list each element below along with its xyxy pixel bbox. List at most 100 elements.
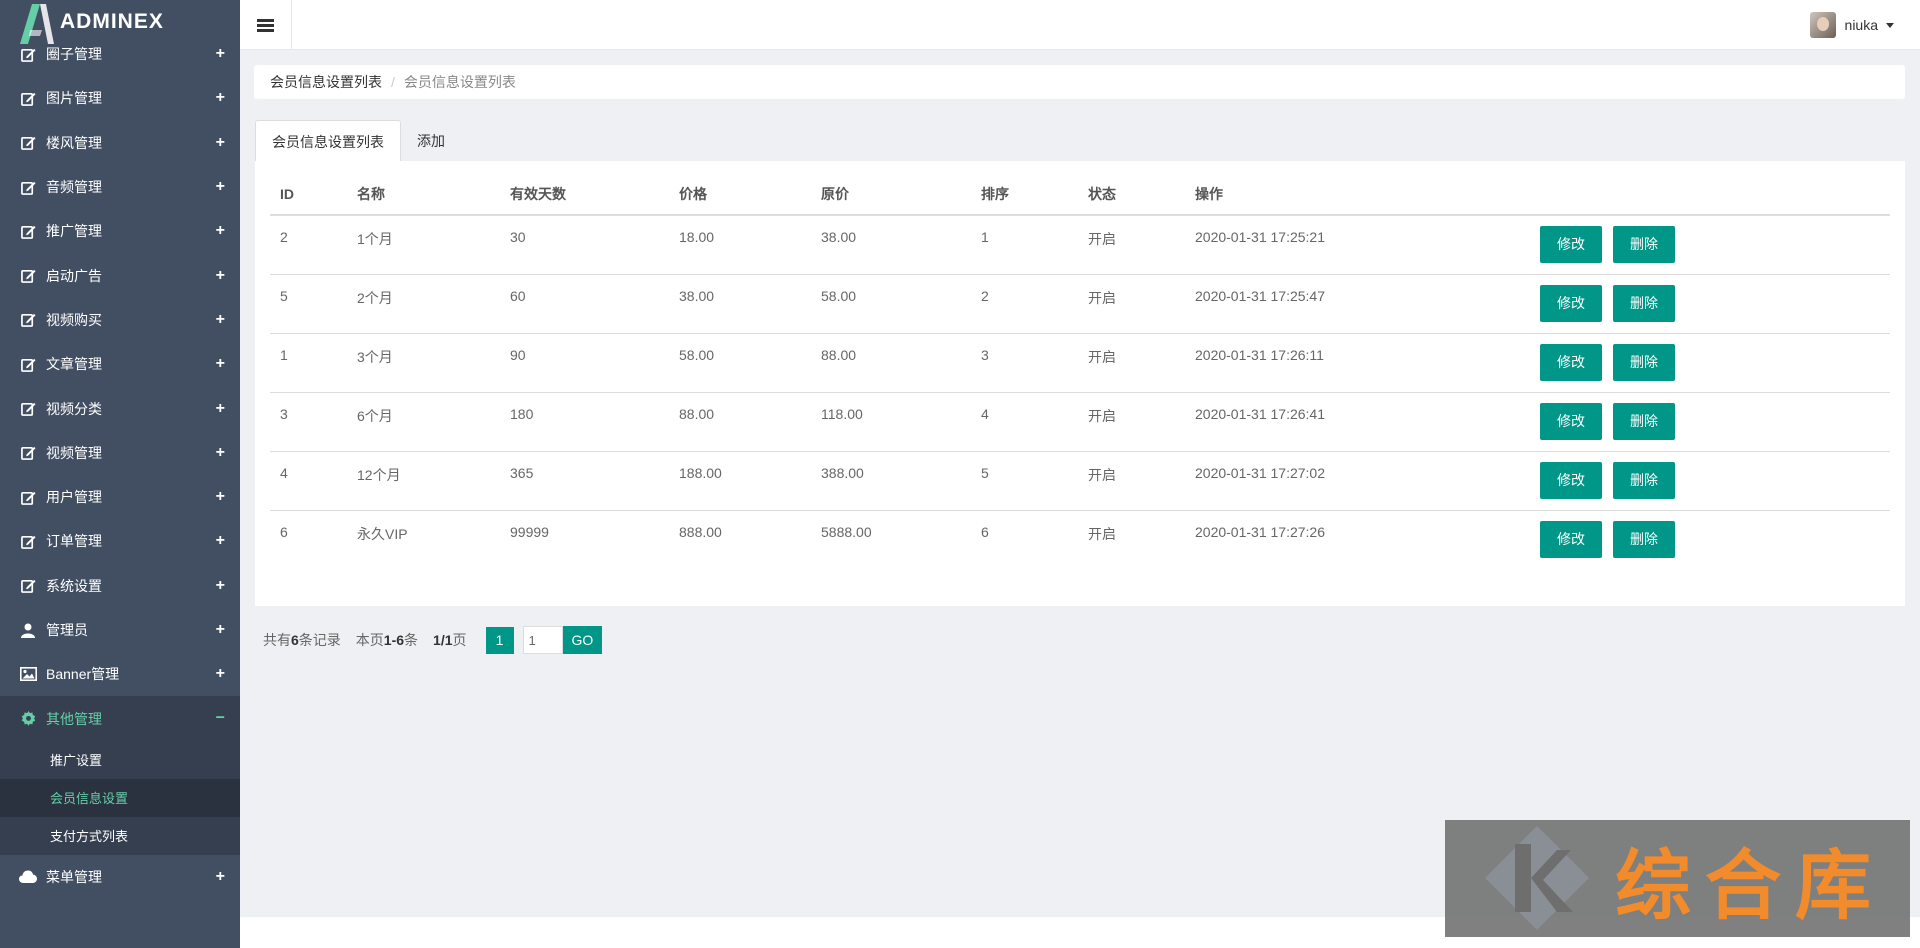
cell-id: 3 xyxy=(270,391,347,451)
cell-status: 开启 xyxy=(1078,509,1185,569)
sidebar-item-label: 订单管理 xyxy=(46,533,102,550)
table-row: 1 3个月 90 58.00 88.00 3 开启 2020-01-31 17:26:11 修改… xyxy=(270,332,1890,392)
delete-button[interactable]: 删除 xyxy=(1613,520,1675,558)
delete-button[interactable]: 删除 xyxy=(1613,284,1675,322)
sidebar-item-label: 视频管理 xyxy=(46,444,102,461)
cell-time: 2020-01-31 17:27:02 xyxy=(1185,450,1530,510)
tab-add[interactable]: 添加 xyxy=(401,120,461,162)
delete-button[interactable]: 删除 xyxy=(1613,402,1675,440)
cell-name: 12个月 xyxy=(347,450,500,510)
delete-button[interactable]: 删除 xyxy=(1613,226,1675,263)
edit-button[interactable]: 修改 xyxy=(1540,226,1602,263)
table-header-row: ID 名称 有效天数 价格 原价 排序 状态 操作 xyxy=(270,173,1890,216)
cell-sort: 1 xyxy=(971,214,1078,274)
sidebar-item-4[interactable]: 推广管理 + xyxy=(0,209,240,253)
sidebar-item-label: 文章管理 xyxy=(46,356,102,373)
col-status: 状态 xyxy=(1078,173,1185,216)
cell-name: 1个月 xyxy=(347,214,500,274)
edit-button[interactable]: 修改 xyxy=(1540,284,1602,322)
edit-icon xyxy=(19,267,37,285)
col-actions: 操作 xyxy=(1185,173,1530,216)
sidebar-item-14[interactable]: Banner管理 + xyxy=(0,652,240,696)
edit-button[interactable]: 修改 xyxy=(1540,402,1602,440)
col-buttons xyxy=(1530,173,1890,216)
cell-price: 58.00 xyxy=(669,332,811,392)
delete-button[interactable]: 删除 xyxy=(1613,461,1675,499)
cell-price: 38.00 xyxy=(669,273,811,333)
cell-status: 开启 xyxy=(1078,391,1185,451)
menu-toggle-button[interactable] xyxy=(240,0,292,50)
plus-icon: + xyxy=(215,222,225,240)
page-jump-input[interactable] xyxy=(522,626,563,654)
cell-days: 60 xyxy=(500,273,669,333)
sidebar-item-menu[interactable]: 菜单管理 + xyxy=(0,855,240,899)
cell-price: 888.00 xyxy=(669,509,811,569)
edit-button[interactable]: 修改 xyxy=(1540,520,1602,558)
page-range: 本页1-6条 xyxy=(355,632,419,648)
sidebar-item-1[interactable]: 图片管理 + xyxy=(0,76,240,120)
table-row: 5 2个月 60 38.00 58.00 2 开启 2020-01-31 17:25:47 修改… xyxy=(270,273,1890,333)
sidebar-item-label: 系统设置 xyxy=(46,577,102,594)
page-button-1[interactable]: 1 xyxy=(485,626,514,654)
sidebar-item-7[interactable]: 文章管理 + xyxy=(0,342,240,386)
cell-name: 永久VIP xyxy=(347,509,500,569)
breadcrumb-separator: / xyxy=(391,74,395,90)
sidebar-item-5[interactable]: 启动广告 + xyxy=(0,253,240,297)
plus-icon: + xyxy=(215,133,225,151)
tab-list[interactable]: 会员信息设置列表 xyxy=(255,120,401,162)
user-menu[interactable]: niuka xyxy=(1809,12,1894,38)
sidebar-item-3[interactable]: 音频管理 + xyxy=(0,165,240,209)
cell-original: 38.00 xyxy=(811,214,971,274)
cell-days: 99999 xyxy=(500,509,669,569)
table-panel: ID 名称 有效天数 价格 原价 排序 状态 操作 2 1个月 30 18.00 38.… xyxy=(255,161,1905,606)
logo[interactable]: ADMINEX xyxy=(0,0,240,44)
sidebar-nav: 圈子管理 + 图片管理 + 楼风管理 + 音频管理 + 推广管理 + 启动广告 + 视频购买 + 文章管理 +… xyxy=(0,32,240,899)
sidebar-item-label: 菜单管理 xyxy=(46,868,102,885)
sidebar-item-12[interactable]: 系统设置 + xyxy=(0,564,240,608)
breadcrumb-current: 会员信息设置列表 xyxy=(403,74,516,90)
cell-buttons: 修改 删除 xyxy=(1530,214,1890,274)
sidebar-item-2[interactable]: 楼风管理 + xyxy=(0,121,240,165)
sidebar-item-other[interactable]: 其他管理 − xyxy=(0,696,240,741)
breadcrumb-parent[interactable]: 会员信息设置列表 xyxy=(270,72,382,92)
edit-icon xyxy=(19,355,37,373)
edit-icon xyxy=(19,532,37,550)
sidebar-item-10[interactable]: 用户管理 + xyxy=(0,475,240,519)
delete-button[interactable]: 删除 xyxy=(1613,343,1675,381)
sidebar-item-9[interactable]: 视频管理 + xyxy=(0,431,240,475)
go-button[interactable]: GO xyxy=(562,626,603,654)
submenu-item-2[interactable]: 支付方式列表 xyxy=(0,817,240,855)
sidebar-item-11[interactable]: 订单管理 + xyxy=(0,519,240,563)
main-content: 会员信息设置列表 / 会员信息设置列表 会员信息设置列表 添加 ID 名称 有效… xyxy=(240,51,1920,917)
cell-time: 2020-01-31 17:27:26 xyxy=(1185,509,1530,569)
plus-icon: + xyxy=(215,45,225,63)
username: niuka xyxy=(1844,17,1878,33)
col-name: 名称 xyxy=(347,173,500,216)
submenu-item-0[interactable]: 推广设置 xyxy=(0,741,240,779)
cell-status: 开启 xyxy=(1078,332,1185,392)
cell-original: 5888.00 xyxy=(811,509,971,569)
plus-icon: + xyxy=(215,621,225,638)
cell-original: 118.00 xyxy=(811,391,971,451)
cell-price: 88.00 xyxy=(669,391,811,451)
k-logo-icon xyxy=(1485,826,1589,930)
sidebar-item-label: 音频管理 xyxy=(46,179,102,196)
plus-icon: + xyxy=(215,443,225,461)
cell-sort: 5 xyxy=(971,450,1078,510)
edit-button[interactable]: 修改 xyxy=(1540,461,1602,499)
cell-days: 180 xyxy=(500,391,669,451)
edit-button[interactable]: 修改 xyxy=(1540,343,1602,381)
hamburger-icon xyxy=(257,17,274,34)
sidebar-item-8[interactable]: 视频分类 + xyxy=(0,386,240,430)
cell-status: 开启 xyxy=(1078,214,1185,274)
submenu-item-1[interactable]: 会员信息设置 xyxy=(0,778,240,817)
plus-icon: + xyxy=(215,355,225,373)
cell-name: 3个月 xyxy=(347,332,500,392)
col-price: 价格 xyxy=(669,173,811,216)
table-row: 2 1个月 30 18.00 38.00 1 开启 2020-01-31 17:25:21 修改… xyxy=(270,214,1890,274)
edit-icon xyxy=(19,488,37,506)
cell-days: 365 xyxy=(500,450,669,510)
sidebar-item-6[interactable]: 视频购买 + xyxy=(0,298,240,342)
sidebar-item-13[interactable]: 管理员 + xyxy=(0,608,240,652)
edit-icon xyxy=(19,400,37,418)
